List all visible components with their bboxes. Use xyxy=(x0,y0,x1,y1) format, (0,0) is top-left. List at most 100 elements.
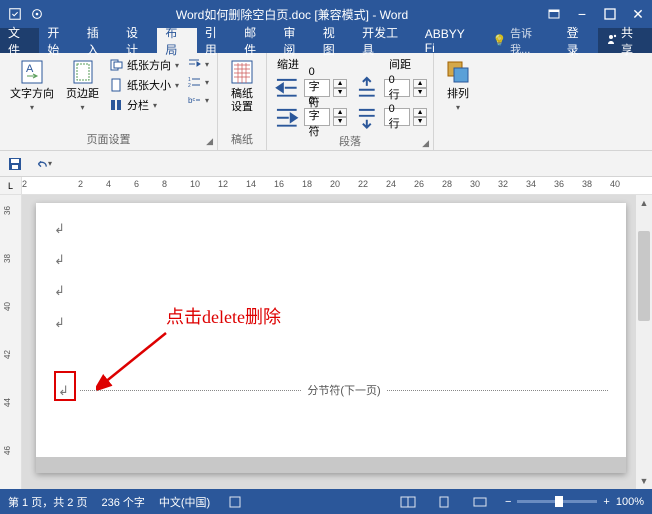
tell-me-label: 告诉我... xyxy=(510,25,551,57)
ruler-tick: 6 xyxy=(134,179,139,189)
paragraph-group-label: 段落 xyxy=(339,133,361,149)
ruler-tick: 32 xyxy=(498,179,508,189)
zoom-in-icon[interactable]: + xyxy=(603,496,609,508)
spacing-header: 间距 xyxy=(389,56,411,72)
ribbon-tabs: 文件 开始 插入 设计 布局 引用 邮件 审阅 视图 开发工具 ABBYY Fi… xyxy=(0,28,652,53)
annotation-text: 点击delete删除 xyxy=(166,303,281,329)
maximize-button[interactable] xyxy=(596,0,624,28)
zoom-slider[interactable] xyxy=(517,500,597,503)
tab-design[interactable]: 设计 xyxy=(118,28,157,53)
indent-right-field[interactable]: 0 字符 ▲▼ xyxy=(273,104,347,132)
dialog-launcher-icon[interactable]: ◢ xyxy=(206,136,213,147)
tab-view[interactable]: 视图 xyxy=(315,28,354,53)
orientation-button[interactable]: 纸张方向▾ xyxy=(107,56,181,74)
indent-left-icon xyxy=(273,74,301,102)
tab-review[interactable]: 审阅 xyxy=(275,28,314,53)
undo-button[interactable]: ▾ xyxy=(34,155,52,173)
step-up-icon[interactable]: ▲ xyxy=(413,79,427,88)
page-viewport[interactable]: ↲ ↲ ↲ ↲ 点击delete删除 分节符(下一页) ↲ xyxy=(22,195,636,489)
step-up-icon[interactable]: ▲ xyxy=(333,79,347,88)
login-button[interactable]: 登录 xyxy=(559,28,598,53)
vruler-tick: 36 xyxy=(3,206,12,215)
hyphenation-button[interactable]: bᶜ▾ xyxy=(185,92,211,108)
scrollbar-thumb[interactable] xyxy=(638,231,650,321)
interact-icon[interactable] xyxy=(8,7,22,21)
scroll-up-icon[interactable]: ▲ xyxy=(636,195,652,211)
ruler-corner-icon: L xyxy=(0,177,22,194)
scroll-down-icon[interactable]: ▼ xyxy=(636,473,652,489)
share-button[interactable]: 共享 xyxy=(598,28,652,53)
ruler-tick: 24 xyxy=(386,179,396,189)
step-up-icon[interactable]: ▲ xyxy=(413,108,427,117)
tab-references[interactable]: 引用 xyxy=(197,28,236,53)
ribbon: A 文字方向 ▾ 页边距 ▾ 纸张方向▾ 纸张大小▾ xyxy=(0,53,652,151)
section-break[interactable]: 分节符(下一页) xyxy=(80,383,608,397)
zoom-value[interactable]: 100% xyxy=(616,496,644,508)
breaks-button[interactable]: ▾ xyxy=(185,56,211,72)
tab-mailings[interactable]: 邮件 xyxy=(236,28,275,53)
manuscript-group-label: 稿纸 xyxy=(224,129,260,147)
step-up-icon[interactable]: ▲ xyxy=(333,108,347,117)
ruler-tick: 10 xyxy=(190,179,200,189)
arrange-button[interactable]: 排列 ▾ xyxy=(440,56,476,114)
ruler-tick: 22 xyxy=(358,179,368,189)
ruler-tick: 34 xyxy=(526,179,536,189)
status-word-count[interactable]: 236 个字 xyxy=(101,494,144,510)
step-down-icon[interactable]: ▼ xyxy=(413,88,427,97)
tab-file[interactable]: 文件 xyxy=(0,28,39,53)
quick-access-toolbar: ▾ xyxy=(0,151,652,177)
page-setup-group-label: 页面设置 xyxy=(87,131,131,147)
dialog-launcher-icon[interactable]: ◢ xyxy=(422,138,429,149)
space-before-value[interactable]: 0 行 xyxy=(384,79,410,97)
ruler-tick: 40 xyxy=(610,179,620,189)
paper-size-button[interactable]: 纸张大小▾ xyxy=(107,76,181,94)
line-numbers-button[interactable]: 12▾ xyxy=(185,74,211,90)
indent-right-value[interactable]: 0 字符 xyxy=(304,108,330,126)
zoom-out-icon[interactable]: − xyxy=(505,496,511,508)
paragraph-mark: ↲ xyxy=(54,244,608,275)
tab-devtools[interactable]: 开发工具 xyxy=(354,28,417,53)
vruler-tick: 44 xyxy=(3,398,12,407)
space-before-field[interactable]: 0 行 ▲▼ xyxy=(353,74,427,102)
horizontal-ruler[interactable]: L 2246810121416182022242628303234363840 xyxy=(0,177,652,195)
status-page[interactable]: 第 1 页，共 2 页 xyxy=(8,494,87,510)
zoom-control[interactable]: − + 100% xyxy=(505,496,644,508)
group-page-setup: A 文字方向 ▾ 页边距 ▾ 纸张方向▾ 纸张大小▾ xyxy=(0,53,218,150)
space-after-field[interactable]: 0 行 ▲▼ xyxy=(353,104,427,132)
document-page[interactable]: ↲ ↲ ↲ ↲ 点击delete删除 分节符(下一页) ↲ xyxy=(36,203,626,473)
tab-home[interactable]: 开始 xyxy=(39,28,78,53)
arrange-label: 排列 xyxy=(447,88,469,101)
vertical-ruler[interactable]: 363840424446 xyxy=(0,195,22,489)
indent-left-value[interactable]: 0 字符 xyxy=(304,79,330,97)
tab-layout[interactable]: 布局 xyxy=(157,28,196,53)
web-layout-icon[interactable] xyxy=(469,493,491,511)
touch-mode-icon[interactable] xyxy=(30,7,44,21)
step-down-icon[interactable]: ▼ xyxy=(413,117,427,126)
chevron-down-icon: ▾ xyxy=(30,103,34,112)
paragraph-mark: ↲ xyxy=(54,275,608,306)
vertical-scrollbar[interactable]: ▲ ▼ xyxy=(636,195,652,489)
page-break-strip xyxy=(36,457,626,473)
step-down-icon[interactable]: ▼ xyxy=(333,117,347,126)
indent-header: 缩进 xyxy=(277,56,299,72)
ruler-tick: 12 xyxy=(218,179,228,189)
text-direction-button[interactable]: A 文字方向 ▾ xyxy=(6,56,58,114)
tab-abbyy[interactable]: ABBYY Fi xyxy=(417,28,485,53)
manuscript-setup-button[interactable]: 稿纸 设置 xyxy=(224,56,260,116)
macros-status-icon[interactable] xyxy=(224,493,246,511)
ruler-tick: 8 xyxy=(162,179,167,189)
margins-button[interactable]: 页边距 ▾ xyxy=(62,56,103,114)
print-layout-icon[interactable] xyxy=(433,493,455,511)
document-area: 363840424446 ↲ ↲ ↲ ↲ 点击delete删除 分节符(下一页)… xyxy=(0,195,652,489)
tell-me-box[interactable]: 💡 告诉我... xyxy=(484,28,558,53)
space-after-value[interactable]: 0 行 xyxy=(384,108,410,126)
status-language[interactable]: 中文(中国) xyxy=(159,494,210,510)
step-down-icon[interactable]: ▼ xyxy=(333,88,347,97)
read-mode-icon[interactable] xyxy=(397,493,419,511)
ruler-tick: 28 xyxy=(442,179,452,189)
ruler-tick: 30 xyxy=(470,179,480,189)
save-button[interactable] xyxy=(6,155,24,173)
chevron-down-icon: ▾ xyxy=(80,103,84,112)
tab-insert[interactable]: 插入 xyxy=(79,28,118,53)
columns-button[interactable]: 分栏▾ xyxy=(107,96,181,114)
